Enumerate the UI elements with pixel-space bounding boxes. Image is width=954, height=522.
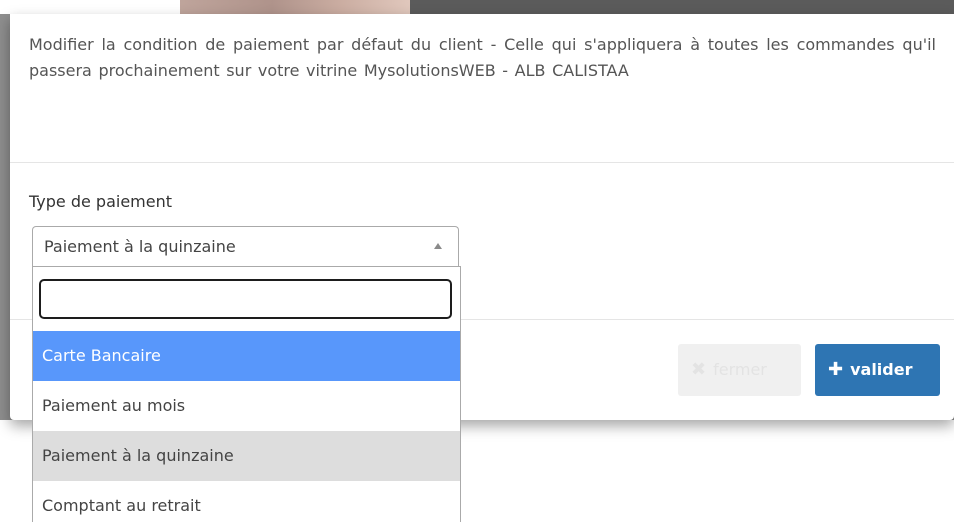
payment-type-select[interactable]: Paiement à la quinzaine xyxy=(32,226,459,266)
plus-icon: ✚ xyxy=(828,359,844,380)
modal-description: Modifier la condition de paiement par dé… xyxy=(29,35,936,80)
option-paiement-quinzaine[interactable]: Paiement à la quinzaine xyxy=(33,431,460,481)
option-comptant-au-retrait[interactable]: Comptant au retrait xyxy=(33,481,460,522)
dropdown-options: Carte Bancaire Paiement au mois Paiement… xyxy=(33,331,460,522)
payment-type-dropdown: Carte Bancaire Paiement au mois Paiement… xyxy=(32,266,461,522)
option-paiement-au-mois[interactable]: Paiement au mois xyxy=(33,381,460,431)
option-carte-bancaire[interactable]: Carte Bancaire xyxy=(33,331,460,381)
close-button-label: fermer xyxy=(713,360,767,379)
dropdown-search-input[interactable] xyxy=(39,279,452,319)
caret-up-icon xyxy=(434,243,442,249)
close-icon: ✖ xyxy=(691,359,707,380)
background-strip xyxy=(0,0,954,14)
background-photo xyxy=(180,0,410,14)
background-overlay xyxy=(410,0,954,14)
selected-value: Paiement à la quinzaine xyxy=(44,237,236,256)
validate-button[interactable]: ✚ valider xyxy=(815,344,940,396)
close-button[interactable]: ✖ fermer xyxy=(678,344,801,396)
modal-divider xyxy=(10,162,954,163)
payment-type-label: Type de paiement xyxy=(29,192,173,211)
dropdown-search xyxy=(39,279,452,319)
validate-button-label: valider xyxy=(850,360,913,379)
